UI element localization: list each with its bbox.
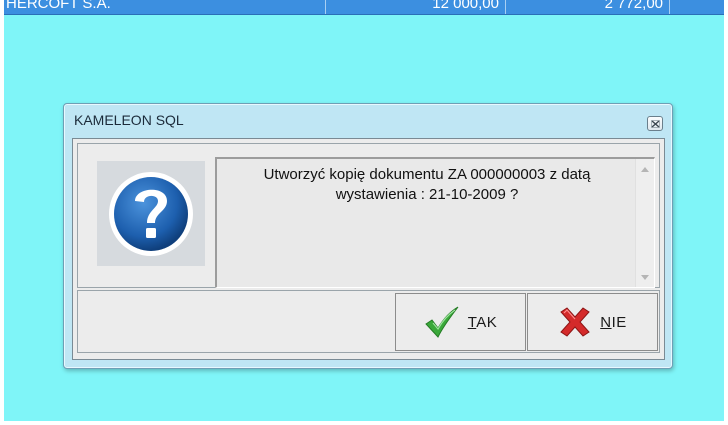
bg-cell-amount1: 12 000,00 bbox=[326, 0, 506, 14]
scroll-down-button[interactable] bbox=[636, 269, 654, 285]
message-line-1: Utworzyć kopię dokumentu ZA 000000003 z … bbox=[263, 166, 591, 183]
scroll-up-button[interactable] bbox=[636, 161, 654, 177]
message-scrollbar[interactable] bbox=[635, 159, 654, 287]
question-icon bbox=[109, 172, 193, 256]
dialog-title: KAMELEON SQL bbox=[74, 112, 184, 128]
dialog-titlebar[interactable]: KAMELEON SQL bbox=[64, 104, 672, 137]
message-line-2: wystawienia : 21-10-2009 ? bbox=[335, 186, 519, 203]
no-button[interactable]: NIE bbox=[527, 293, 658, 351]
bg-cell-name: HERCOFT S.A. bbox=[4, 0, 326, 14]
close-button[interactable] bbox=[647, 116, 663, 131]
message-textbox[interactable]: Utworzyć kopię dokumentu ZA 000000003 z … bbox=[215, 157, 655, 288]
x-icon bbox=[558, 307, 592, 337]
question-icon-box bbox=[97, 161, 205, 266]
yes-label: TAK bbox=[467, 313, 498, 331]
desktop: HERCOFT S.A. 12 000,00 2 772,00 KAMELEON… bbox=[4, 0, 724, 421]
background-table-row[interactable]: HERCOFT S.A. 12 000,00 2 772,00 bbox=[4, 0, 724, 15]
chevron-up-icon bbox=[641, 166, 649, 172]
confirm-dialog: KAMELEON SQL Utworzyć kopię dokumentu ZA… bbox=[63, 103, 673, 369]
yes-button[interactable]: TAK bbox=[395, 293, 526, 351]
dialog-body: Utworzyć kopię dokumentu ZA 000000003 z … bbox=[72, 138, 665, 360]
no-label: NIE bbox=[600, 313, 627, 331]
message-text: Utworzyć kopię dokumentu ZA 000000003 z … bbox=[217, 165, 637, 205]
bg-cell-amount2: 2 772,00 bbox=[506, 0, 670, 14]
chevron-down-icon bbox=[641, 274, 649, 280]
check-icon bbox=[424, 306, 460, 338]
message-area: Utworzyć kopię dokumentu ZA 000000003 z … bbox=[77, 143, 660, 288]
button-bar: TAK NIE bbox=[77, 290, 660, 353]
close-icon bbox=[650, 119, 660, 128]
